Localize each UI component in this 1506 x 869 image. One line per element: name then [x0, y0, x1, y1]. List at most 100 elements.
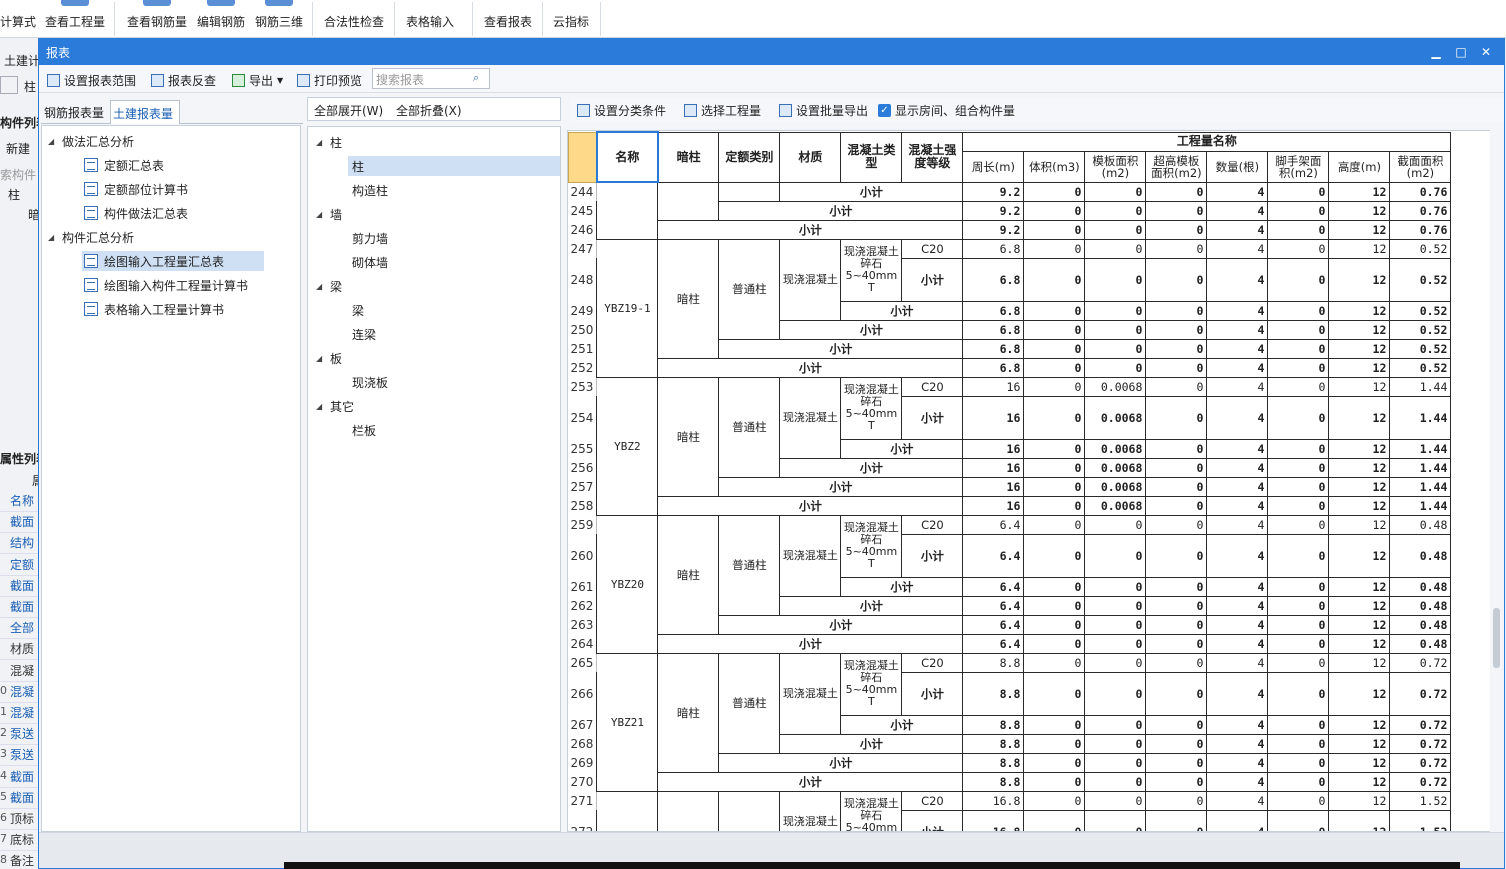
value-cell[interactable]: 0: [1267, 238, 1330, 259]
value-cell[interactable]: 4: [1206, 595, 1269, 616]
value-cell[interactable]: 12: [1328, 790, 1391, 811]
new-button[interactable]: 新建: [6, 140, 30, 157]
value-cell[interactable]: 0: [1145, 714, 1208, 735]
property-row[interactable]: 0 混凝: [0, 683, 39, 703]
value-cell[interactable]: 12: [1328, 457, 1391, 478]
value-cell[interactable]: 0: [1084, 809, 1147, 831]
value-cell[interactable]: 0: [1084, 533, 1147, 578]
value-cell[interactable]: 0.76: [1389, 219, 1452, 240]
value-cell[interactable]: 6.8: [962, 319, 1025, 340]
value-cell[interactable]: 0: [1145, 238, 1208, 259]
value-cell[interactable]: 6.4: [962, 576, 1025, 597]
property-row[interactable]: 定额: [0, 556, 39, 576]
report-item-drawing-calc[interactable]: 绘图输入构件工程量计算书: [84, 275, 248, 295]
value-cell[interactable]: 0.48: [1389, 576, 1452, 597]
property-row[interactable]: 1 混凝: [0, 704, 39, 724]
value-cell[interactable]: 0: [1267, 395, 1330, 440]
grade-cell[interactable]: C20: [901, 652, 964, 673]
value-cell[interactable]: 12: [1328, 438, 1391, 459]
value-cell[interactable]: 4: [1206, 771, 1269, 792]
value-cell[interactable]: 1.52: [1389, 790, 1452, 811]
value-cell[interactable]: 0: [1023, 338, 1086, 359]
value-cell[interactable]: 0: [1023, 714, 1086, 735]
value-cell[interactable]: 0: [1145, 671, 1208, 716]
value-cell[interactable]: 0: [1084, 576, 1147, 597]
value-cell[interactable]: 0: [1023, 790, 1086, 811]
name-cell[interactable]: [596, 181, 659, 240]
value-cell[interactable]: 4: [1206, 376, 1269, 397]
value-cell[interactable]: 0: [1023, 395, 1086, 440]
value-cell[interactable]: 4: [1206, 300, 1269, 321]
validity-check-button[interactable]: 合法性检查: [320, 0, 388, 38]
value-cell[interactable]: 9.2: [962, 200, 1025, 221]
property-row[interactable]: 3 泵送: [0, 746, 39, 767]
value-cell[interactable]: 0: [1084, 595, 1147, 616]
header-anzhu[interactable]: 暗柱: [657, 131, 720, 183]
value-cell[interactable]: 0: [1084, 514, 1147, 535]
value-cell[interactable]: 0.76: [1389, 181, 1452, 202]
material-cell[interactable]: 现浇混凝土: [779, 652, 842, 735]
property-row[interactable]: 材质: [0, 640, 39, 661]
value-cell[interactable]: 0.0068: [1084, 376, 1147, 397]
value-cell[interactable]: 4: [1206, 576, 1269, 597]
quota-cell[interactable]: 普通柱: [718, 652, 781, 754]
tree-item-column[interactable]: 柱: [8, 186, 20, 203]
value-cell[interactable]: 4: [1206, 495, 1269, 516]
value-cell[interactable]: 0: [1267, 181, 1330, 202]
type-child[interactable]: 现浇板: [352, 372, 388, 392]
view-report-button[interactable]: 查看报表: [480, 0, 536, 38]
value-cell[interactable]: 0: [1023, 652, 1086, 673]
type-child[interactable]: 构造柱: [352, 180, 388, 200]
concrete-type-cell[interactable]: 现浇混凝土 碎石5~40mm T: [840, 376, 903, 440]
value-cell[interactable]: 0: [1145, 790, 1208, 811]
name-cell[interactable]: [596, 790, 659, 831]
value-cell[interactable]: 0: [1267, 771, 1330, 792]
value-cell[interactable]: 0.0068: [1084, 438, 1147, 459]
value-cell[interactable]: 12: [1328, 614, 1391, 635]
value-cell[interactable]: 0: [1023, 476, 1086, 497]
value-cell[interactable]: 0.0068: [1084, 395, 1147, 440]
value-cell[interactable]: 0: [1267, 319, 1330, 340]
value-cell[interactable]: 0: [1145, 438, 1208, 459]
property-row[interactable]: 结构: [0, 534, 39, 555]
value-cell[interactable]: 12: [1328, 200, 1391, 221]
header-col[interactable]: 脚手架面积(m2): [1267, 150, 1330, 183]
value-cell[interactable]: 0: [1084, 752, 1147, 773]
value-cell[interactable]: 8.8: [962, 733, 1025, 754]
value-cell[interactable]: 12: [1328, 633, 1391, 654]
value-cell[interactable]: 6.8: [962, 238, 1025, 259]
value-cell[interactable]: 12: [1328, 476, 1391, 497]
value-cell[interactable]: 0: [1145, 771, 1208, 792]
material-cell[interactable]: 现浇混凝土: [779, 376, 842, 459]
anzhu-cell[interactable]: [657, 181, 720, 221]
value-cell[interactable]: 0: [1023, 319, 1086, 340]
tab-civil-report[interactable]: 土建报表量: [110, 100, 180, 124]
value-cell[interactable]: 0: [1084, 319, 1147, 340]
search-icon[interactable]: ⌕: [473, 71, 479, 85]
value-cell[interactable]: 12: [1328, 809, 1391, 831]
value-cell[interactable]: 0: [1267, 752, 1330, 773]
type-node[interactable]: ◢ 梁: [316, 276, 342, 296]
property-row[interactable]: 4 截面: [0, 768, 39, 788]
property-row[interactable]: 混凝: [0, 662, 39, 682]
maximize-icon[interactable]: □: [1451, 42, 1471, 62]
value-cell[interactable]: 16: [962, 438, 1025, 459]
value-cell[interactable]: 0: [1145, 514, 1208, 535]
value-cell[interactable]: 0: [1267, 733, 1330, 754]
value-cell[interactable]: 1.44: [1389, 438, 1452, 459]
value-cell[interactable]: 12: [1328, 219, 1391, 240]
value-cell[interactable]: 0.0068: [1084, 457, 1147, 478]
value-cell[interactable]: 0: [1084, 714, 1147, 735]
value-cell[interactable]: 0: [1145, 395, 1208, 440]
value-cell[interactable]: 16: [962, 457, 1025, 478]
value-cell[interactable]: 0.72: [1389, 733, 1452, 754]
type-node[interactable]: ◢ 其它: [316, 396, 354, 416]
dropdown[interactable]: [0, 76, 18, 94]
concrete-type-cell[interactable]: 现浇混凝土 碎石5~40mm T: [840, 790, 903, 831]
choose-quantity-button[interactable]: 选择工程量: [684, 101, 761, 119]
collapse-arrow-icon[interactable]: ◢: [316, 138, 324, 147]
anzhu-cell[interactable]: 暗柱: [657, 514, 720, 635]
collapse-arrow-icon[interactable]: ◢: [316, 282, 324, 291]
collapse-arrow-icon[interactable]: ◢: [48, 233, 56, 242]
type-child[interactable]: 连梁: [352, 324, 376, 344]
